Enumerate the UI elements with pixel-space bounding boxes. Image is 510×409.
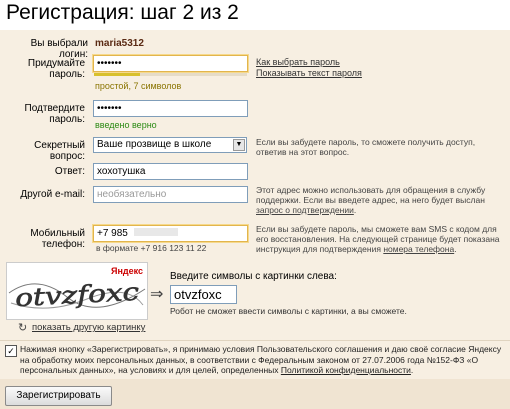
confirm-status-text: введено верно bbox=[95, 120, 157, 130]
secret-question-label: Секретный вопрос: bbox=[34, 140, 85, 162]
secret-question-value: Ваше прозвище в школе bbox=[97, 139, 212, 150]
login-value: maria5312 bbox=[95, 38, 144, 49]
email-label: Другой e-mail: bbox=[20, 189, 85, 200]
secret-question-hint: Если вы забудете пароль, то сможете полу… bbox=[256, 137, 476, 157]
password-strength-track bbox=[94, 73, 247, 76]
captcha-prompt: Введите символы с картинки слева: bbox=[170, 271, 337, 282]
captcha-note: Робот не сможет ввести символы с картинк… bbox=[170, 306, 407, 316]
email-input[interactable]: необязательно bbox=[93, 186, 248, 203]
dropdown-arrow-icon[interactable]: ▼ bbox=[233, 139, 245, 151]
captcha-input[interactable]: otvzfoxc bbox=[170, 285, 237, 304]
show-another-picture-link[interactable]: показать другую картинку bbox=[32, 322, 145, 333]
phone-label: Мобильный телефон: bbox=[30, 228, 85, 250]
phone-format-hint: в формате +7 916 123 11 22 bbox=[96, 243, 207, 253]
phone-hint: Если вы забудете пароль, мы сможете вам … bbox=[256, 224, 500, 254]
agreement-checkbox[interactable]: ✓ bbox=[5, 345, 17, 357]
divider bbox=[0, 340, 510, 341]
answer-label: Ответ: bbox=[54, 166, 85, 177]
agreement-text: Нажимая кнопку «Зарегистрировать», я при… bbox=[20, 344, 502, 375]
arrow-icon: ⇒ bbox=[150, 286, 164, 303]
show-password-text-link[interactable]: Показывать текст пароля bbox=[256, 68, 362, 78]
password-strength-text: простой, 7 символов bbox=[95, 81, 182, 91]
email-hint: Этот адрес можно использовать для обраще… bbox=[256, 185, 486, 215]
page-title: Регистрация: шаг 2 из 2 bbox=[6, 1, 239, 24]
answer-input[interactable]: хохотушка bbox=[93, 163, 248, 180]
confirm-password-label: Подтвердите пароль: bbox=[24, 103, 86, 125]
password-label: Придумайте пароль: bbox=[27, 58, 85, 80]
password-input[interactable]: ••••••• bbox=[93, 55, 248, 72]
yandex-logo: Яндекс bbox=[110, 266, 143, 276]
password-strength-bar bbox=[94, 73, 140, 76]
refresh-icon[interactable]: ↻ bbox=[18, 321, 27, 334]
captcha-text: otvzfoxc bbox=[14, 278, 139, 312]
how-to-choose-password-link[interactable]: Как выбрать пароль bbox=[256, 57, 340, 67]
phone-redacted bbox=[133, 228, 178, 236]
privacy-policy-link[interactable]: Политикой конфиденциальности bbox=[281, 365, 411, 375]
login-label: Вы выбрали логин: bbox=[30, 38, 88, 60]
phone-number-link[interactable]: номера телефона bbox=[383, 244, 454, 254]
confirm-password-input[interactable]: ••••••• bbox=[93, 100, 248, 117]
phone-input[interactable]: +7 985 bbox=[93, 225, 248, 242]
captcha-image: otvzfoxc Яндекс bbox=[6, 262, 148, 320]
confirmation-request-link[interactable]: запрос о подтверждении bbox=[256, 205, 354, 215]
secret-question-select[interactable]: Ваше прозвище в школе ▼ bbox=[93, 137, 247, 153]
register-button[interactable]: Зарегистрировать bbox=[5, 386, 112, 406]
